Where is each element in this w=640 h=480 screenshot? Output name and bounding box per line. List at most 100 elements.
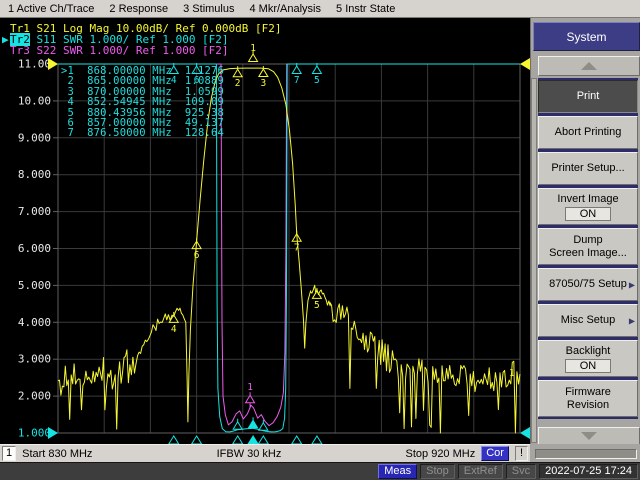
y-axis-label: 7.000 [18, 205, 51, 218]
y-axis-label: 8.000 [18, 168, 51, 181]
stop-status-badge: Stop [420, 464, 455, 479]
trace-status-lines: Tr1 S21 Log Mag 10.00dB/ Ref 0.000dB [F2… [2, 23, 282, 56]
softkey-label: 87050/75 Setup [549, 278, 627, 291]
arrow-up-icon [581, 62, 597, 70]
marker-7-tr2 [292, 66, 301, 74]
tr1-ref-marker-left [48, 58, 58, 70]
panel-lower-slot [535, 449, 637, 459]
y-axis-label: 6.000 [18, 242, 51, 255]
menu-item-1[interactable]: 1 Active Ch/Trace [8, 3, 94, 15]
marker-6-tr1-number: 6 [194, 250, 200, 261]
instrument-status-bar: Meas Stop ExtRef Svc 2022-07-25 17:24 [0, 462, 640, 480]
trace-format-label: S22 SWR 1.000/ Ref 1.000 [F2] [30, 44, 229, 57]
softkey-label: Dump [573, 234, 602, 247]
softkey-scroll-down-button[interactable] [538, 427, 640, 445]
marker-5-tr2-number: 5 [314, 75, 320, 86]
softkey-menu-title[interactable]: System [533, 22, 640, 51]
marker-4-tr1-number: 4 [171, 324, 177, 335]
arrow-down-icon [581, 432, 597, 440]
ifbw-label: IFBW 30 kHz [217, 448, 282, 460]
softkey-label: Backlight [566, 345, 611, 358]
softkey-panel: System Print Abort Printing Printer Setup.… [530, 18, 640, 462]
y-axis-label: 5.000 [18, 279, 51, 292]
marker-1-tr3-number: 1 [247, 382, 253, 393]
tr1-ref-marker-right [520, 58, 530, 70]
softkey-firmware-revision-button[interactable]: FirmwareRevision [538, 380, 638, 417]
softkey-label: Revision [567, 399, 609, 412]
marker-2-tr1 [233, 69, 242, 77]
y-axis-label: 1.000 [18, 427, 51, 440]
marker-7-tr2-number: 7 [294, 75, 300, 86]
trace-1-end-label: 1 [509, 368, 515, 379]
menu-item-3[interactable]: 3 Stimulus [183, 3, 234, 15]
softkey-label: Firmware [565, 386, 611, 399]
alert-badge: ! [515, 446, 528, 461]
meas-status-badge: Meas [378, 464, 417, 479]
softkey-button-stack: Print Abort Printing Printer Setup... Inver… [538, 78, 638, 419]
marker-3-stimulus-triangle [258, 436, 268, 444]
datetime-label: 2022-07-25 17:24 [539, 464, 638, 479]
menu-bar: 1 Active Ch/Trace 2 Response 3 Stimulus 4 M… [0, 0, 640, 18]
softkey-invert-image-button[interactable]: Invert ImageON [538, 188, 638, 225]
channel-number-badge: 1 [2, 446, 16, 461]
correction-status-badge: Cor [481, 446, 509, 461]
submenu-arrow-icon: ▶ [629, 314, 635, 327]
marker-5-tr2 [312, 66, 321, 74]
menu-item-4[interactable]: 4 Mkr/Analysis [249, 3, 321, 15]
tr2-ref-marker-left [48, 427, 58, 439]
marker-4-stimulus-triangle [169, 436, 179, 444]
panel-lower-strip [530, 444, 640, 462]
marker-table: >1 868.00000 MHz 1.1276 2 865.00000 MHz … [61, 66, 224, 139]
menu-item-5[interactable]: 5 Instr State [336, 3, 395, 15]
submenu-arrow-icon: ▶ [629, 278, 635, 291]
marker-1-tr2-inband [249, 420, 258, 428]
instrument-screen: 11.00 10.00 9.000 8.000 7.000 6.000 5.000 4.000… [0, 18, 530, 444]
softkey-print-button[interactable]: Print [538, 80, 638, 113]
marker-3-tr2-inband [259, 423, 268, 431]
softkey-printer-setup-button[interactable]: Printer Setup... [538, 152, 638, 185]
softkey-toggle-state: ON [565, 359, 612, 373]
softkey-dump-screen-image-button[interactable]: DumpScreen Image... [538, 228, 638, 265]
stop-frequency-label: Stop 920 MHz [406, 448, 476, 460]
menu-item-2[interactable]: 2 Response [109, 3, 168, 15]
softkey-label: Screen Image... [549, 247, 627, 260]
y-axis-label: 10.00 [18, 94, 51, 107]
softkey-label: Printer Setup... [551, 162, 624, 175]
tr2-ref-marker-right [520, 427, 530, 439]
analyzer-window: 1 Active Ch/Trace 2 Response 3 Stimulus 4 M… [0, 0, 640, 480]
marker-6-stimulus-triangle [192, 436, 202, 444]
trace-status-tr3[interactable]: Tr3 S22 SWR 1.000/ Ref 1.000 [F2] [2, 45, 282, 56]
marker-7-stimulus-triangle [292, 436, 302, 444]
y-axis-label: 3.000 [18, 353, 51, 366]
softkey-label: Abort Printing [555, 126, 622, 139]
marker-2-tr2-inband [233, 422, 242, 430]
softkey-toggle-state: ON [565, 207, 612, 221]
channel-status-bar: 1 Start 830 MHz IFBW 30 kHz Stop 920 MHz… [0, 444, 530, 462]
y-axis-label: 9.000 [18, 131, 51, 144]
marker-1-stimulus-triangle [248, 436, 258, 444]
marker-7-tr1-number: 7 [294, 243, 300, 254]
trace-id-label: Tr3 [10, 44, 30, 57]
marker-3-tr1-number: 3 [260, 78, 266, 89]
softkey-abort-printing-button[interactable]: Abort Printing [538, 116, 638, 149]
marker-table-row: 7 876.50000 MHz 128.64 [61, 128, 224, 138]
start-frequency-label: Start 830 MHz [22, 448, 92, 460]
softkey-scroll-up-button[interactable] [538, 56, 640, 76]
softkey-misc-setup-button[interactable]: Misc Setup ▶ [538, 304, 638, 337]
marker-5-stimulus-triangle [312, 436, 322, 444]
y-axis-label: 4.000 [18, 316, 51, 329]
softkey-backlight-button[interactable]: BacklightON [538, 340, 638, 377]
marker-2-stimulus-triangle [233, 436, 243, 444]
softkey-label: Print [577, 90, 600, 103]
softkey-label: Invert Image [557, 193, 618, 206]
softkey-scrollbar[interactable] [531, 78, 537, 443]
y-axis-label: 11.00 [18, 58, 51, 71]
trace-arrow-spacer [2, 45, 10, 56]
softkey-87050-75-setup-button[interactable]: 87050/75 Setup▶ [538, 268, 638, 301]
svc-status-badge: Svc [506, 464, 536, 479]
y-axis-label: 2.000 [18, 390, 51, 403]
extref-status-badge: ExtRef [458, 464, 503, 479]
softkey-label: Misc Setup [561, 314, 615, 327]
marker-2-tr1-number: 2 [235, 78, 241, 89]
marker-5-tr1-number: 5 [314, 300, 320, 311]
